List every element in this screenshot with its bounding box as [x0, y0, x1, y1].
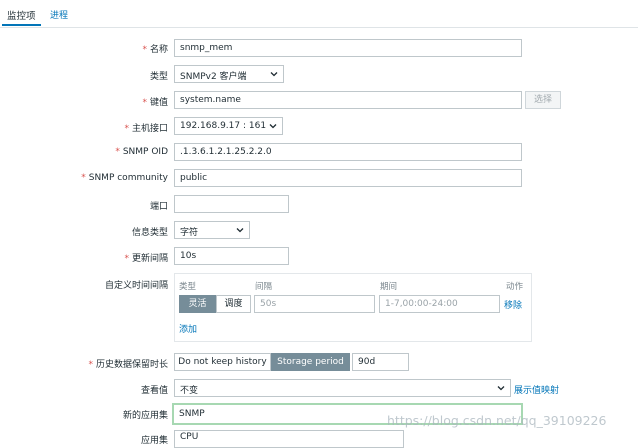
host-interface-value: 192.168.9.17 : 161 — [180, 121, 267, 131]
snmp-community-input[interactable]: public — [174, 169, 522, 187]
application-list[interactable]: CPU — [174, 430, 404, 448]
chevron-down-icon — [270, 70, 278, 78]
required-marker: * — [88, 360, 93, 370]
port-label: 端口 — [149, 202, 168, 212]
history-period-input[interactable]: 90d — [352, 353, 409, 371]
show-value-value: 不变 — [180, 386, 199, 396]
snmp-community-label: * SNMP community — [81, 173, 168, 183]
period-input[interactable]: 1-7,00:00-24:00 — [379, 295, 500, 313]
info-type-select[interactable]: 字符 — [174, 221, 250, 239]
show-value-label: 查看值 — [140, 386, 168, 396]
select-key-button[interactable]: 选择 — [525, 91, 561, 109]
column-header-interval: 间隔 — [255, 282, 273, 292]
tab-bar: 监控项 进程 — [0, 0, 638, 28]
tab-item[interactable]: 监控项 — [2, 8, 40, 26]
column-header-period: 期间 — [380, 282, 398, 292]
required-marker: * — [124, 254, 129, 264]
custom-intervals-label: 自定义时间间隔 — [104, 281, 168, 291]
type-select-value: SNMPv2 客户端 — [180, 72, 247, 82]
new-application-label: 新的应用集 — [122, 411, 168, 421]
chevron-down-icon — [236, 226, 244, 234]
update-interval-label: * 更新间隔 — [124, 254, 168, 264]
type-select[interactable]: SNMPv2 客户端 — [174, 65, 284, 83]
name-label: * 名称 — [142, 45, 168, 55]
show-value-select[interactable]: 不变 — [174, 379, 511, 397]
required-marker: * — [81, 173, 86, 183]
history-label: * 历史数据保留时长 — [88, 360, 168, 370]
required-marker: * — [142, 98, 147, 108]
host-interface-select[interactable]: 192.168.9.17 : 161 — [174, 117, 283, 135]
storage-period-toggle[interactable]: Storage period — [271, 353, 350, 371]
update-interval-input[interactable]: 10s — [174, 247, 289, 265]
key-label: * 键值 — [142, 98, 168, 108]
chevron-down-icon — [497, 384, 505, 392]
required-marker: * — [124, 124, 129, 134]
type-label: 类型 — [149, 72, 168, 82]
required-marker: * — [142, 45, 147, 55]
do-not-keep-history-toggle[interactable]: Do not keep history — [174, 353, 271, 371]
interval-input[interactable]: 50s — [254, 295, 375, 313]
required-marker: * — [115, 147, 120, 157]
snmp-oid-label: * SNMP OID — [115, 147, 168, 157]
key-input[interactable]: system.name — [174, 91, 522, 109]
add-link[interactable]: 添加 — [179, 322, 197, 335]
chevron-down-icon — [269, 122, 277, 130]
flexible-toggle[interactable]: 灵活 — [179, 295, 216, 313]
application-label: 应用集 — [140, 436, 168, 446]
port-input[interactable] — [174, 195, 289, 213]
name-input[interactable]: snmp_mem — [174, 39, 522, 57]
watermark: https://blog.csdn.net/qq_39109226 — [387, 413, 607, 428]
column-header-type: 类型 — [179, 282, 197, 292]
info-type-value: 字符 — [180, 228, 199, 238]
snmp-oid-input[interactable]: .1.3.6.1.2.1.25.2.2.0 — [174, 143, 522, 161]
info-type-label: 信息类型 — [131, 228, 168, 238]
scheduling-toggle[interactable]: 调度 — [216, 295, 251, 313]
remove-link[interactable]: 移除 — [504, 298, 522, 311]
show-value-mappings-link[interactable]: 展示值映射 — [514, 383, 559, 396]
tab-process[interactable]: 进程 — [50, 8, 68, 21]
host-interface-label: * 主机接口 — [124, 124, 168, 134]
column-header-action: 动作 — [506, 282, 524, 292]
